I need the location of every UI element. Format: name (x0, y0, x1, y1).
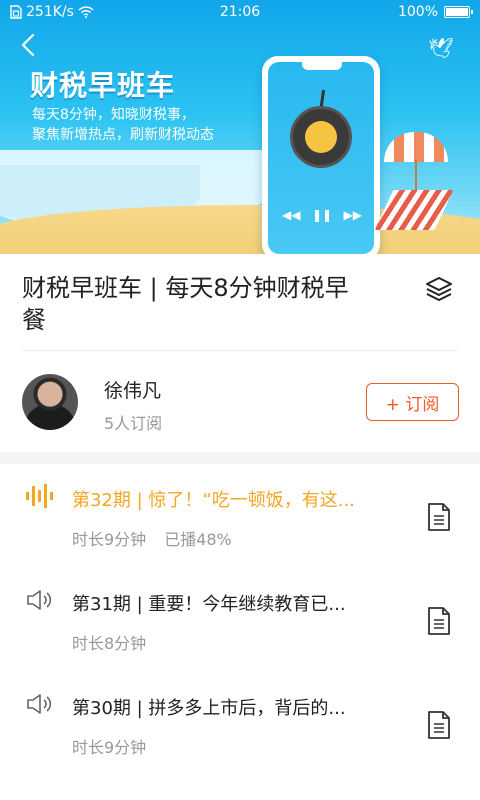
episode-item-32[interactable]: 第32期 | 惊了！“吃一顿饭，有这... 时长9分钟 已播48% (0, 464, 480, 568)
document-icon[interactable] (426, 606, 452, 636)
battery-percent: 100% (397, 4, 438, 20)
phone-illustration: ◀◀ ❚❚ ▶▶ (262, 56, 380, 254)
speaker-icon (27, 694, 52, 714)
episode-duration: 时长8分钟 (72, 634, 147, 653)
page-title: 财税早班车 | 每天8分钟财税早餐 (22, 274, 349, 334)
battery-icon (444, 6, 473, 18)
umbrella-illustration (384, 132, 448, 162)
record-icon (290, 106, 352, 168)
subscriber-count: 5人订阅 (104, 414, 163, 433)
episode-meta: 时长9分钟 (72, 734, 146, 758)
episode-title: 第32期 | 惊了！“吃一顿饭，有这... (72, 490, 355, 511)
author-row: 徐伟凡 5人订阅 + 订阅 (0, 352, 480, 452)
network-speed: 251K/s (26, 4, 74, 20)
banner-subtitle: 聚焦新增热点，刷新财税动态 (32, 127, 214, 143)
episode-meta: 时长9分钟 已播48% (72, 526, 232, 550)
episode-duration: 时长9分钟 (72, 530, 147, 549)
episode-progress: 已播48% (164, 530, 232, 549)
sim-icon (10, 5, 22, 19)
banner-title: 财税早班车 (30, 69, 176, 102)
divider (22, 350, 458, 351)
status-bar: 251K/s 21:06 100% (0, 0, 480, 24)
episode-title: 第31期 | 重要！今年继续教育已... (72, 594, 346, 615)
back-arrow-icon[interactable] (14, 30, 44, 60)
playing-waveform-icon (26, 484, 53, 508)
section-separator (0, 452, 480, 464)
seagull-icon: 🕊 (428, 36, 454, 60)
layers-icon[interactable] (424, 274, 454, 304)
episode-title: 第30期 | 拼多多上市后，背后的... (72, 698, 346, 719)
player-controls-icon: ◀◀ ❚❚ ▶▶ (282, 208, 362, 222)
banner-subtitle: 每天8分钟，知晓财税事， (32, 107, 195, 123)
episode-item-30[interactable]: 第30期 | 拼多多上市后，背后的... 时长9分钟 (0, 672, 480, 776)
document-icon[interactable] (426, 502, 452, 532)
course-header: 财税早班车 | 每天8分钟财税早餐 (0, 254, 480, 354)
subscribe-button[interactable]: + 订阅 (366, 383, 459, 421)
episode-duration: 时长9分钟 (72, 738, 147, 757)
episode-meta: 时长8分钟 (72, 630, 146, 654)
avatar[interactable] (22, 374, 78, 430)
document-icon[interactable] (426, 710, 452, 740)
course-banner: 财税早班车 每天8分钟，知晓财税事， 聚焦新增热点，刷新财税动态 ◀◀ ❚❚ ▶▶ … (0, 0, 480, 254)
speaker-icon (27, 590, 52, 610)
author-name[interactable]: 徐伟凡 (104, 376, 161, 403)
episode-item-31[interactable]: 第31期 | 重要！今年继续教育已... 时长8分钟 (0, 568, 480, 672)
wifi-icon (78, 6, 94, 18)
